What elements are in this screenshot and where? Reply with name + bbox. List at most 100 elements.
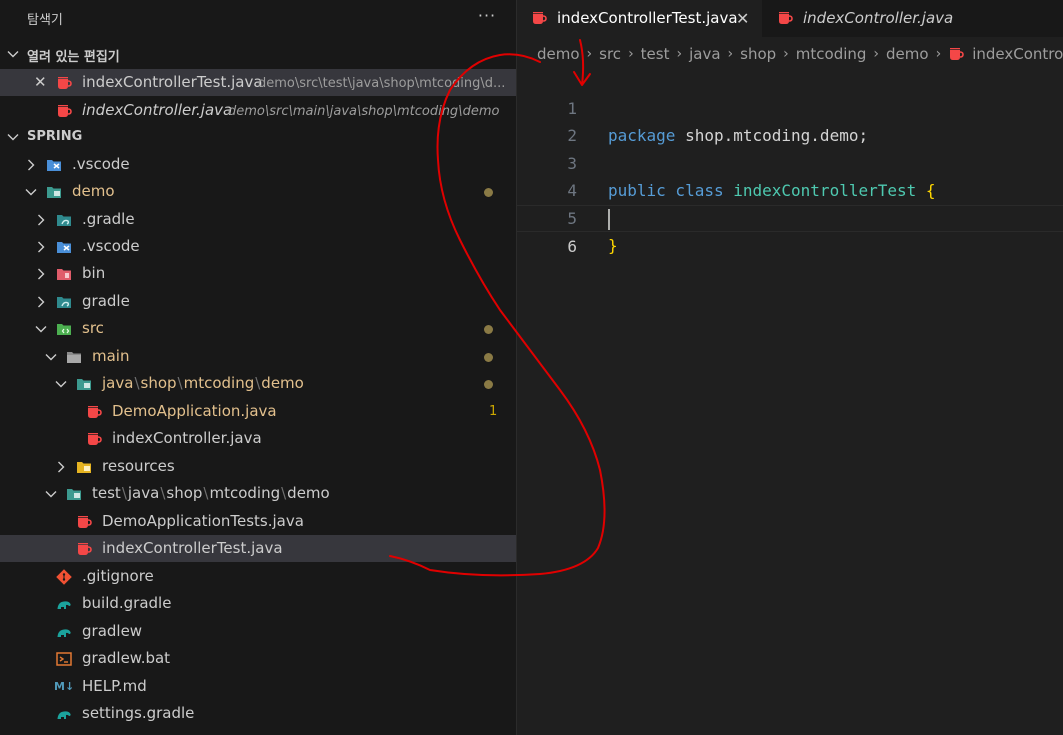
- breadcrumb-item[interactable]: src: [599, 45, 621, 63]
- code-text[interactable]: }: [608, 232, 618, 259]
- chevron-down-icon: [45, 491, 57, 498]
- tree-item-gradle-cache[interactable]: .gradle: [0, 206, 516, 233]
- modified-dot: [484, 353, 493, 362]
- tree-item-label: java\shop\mtcoding\demo: [102, 374, 304, 392]
- breadcrumb-item[interactable]: demo: [886, 45, 929, 63]
- chevron-right-icon: [38, 296, 45, 308]
- tree-item-resources[interactable]: resources: [0, 453, 516, 480]
- tree-item-label: .vscode: [72, 155, 130, 173]
- breadcrumb-item[interactable]: shop: [740, 45, 776, 63]
- tree-item-label: demo: [72, 182, 115, 200]
- breadcrumb-item[interactable]: indexControll: [972, 45, 1063, 63]
- open-editor-item[interactable]: indexController.java demo\src\main\java\…: [0, 97, 516, 124]
- chevron-down-icon: [25, 189, 37, 196]
- problem-count-badge: 1: [489, 404, 498, 419]
- code-line[interactable]: 2: [517, 95, 1063, 145]
- more-actions-button[interactable]: ···: [477, 4, 497, 28]
- java-icon: [78, 516, 92, 528]
- editor-tabs: indexControllerTest.java ✕ indexControll…: [517, 0, 1063, 37]
- markdown-icon: M↓: [54, 680, 75, 693]
- tree-item-label: gradle: [82, 292, 130, 310]
- close-icon[interactable]: ✕: [736, 0, 749, 37]
- tree-item-label: test\java\shop\mtcoding\demo: [92, 484, 330, 502]
- tab-label: indexController.java: [803, 9, 954, 27]
- tree-item-gradlew[interactable]: gradlew: [0, 618, 516, 645]
- code-line[interactable]: 4: [517, 150, 1063, 200]
- tree-item-label: .gitignore: [82, 567, 154, 585]
- tree-item-label: DemoApplicationTests.java: [102, 512, 304, 530]
- chevron-down-icon: [7, 134, 19, 141]
- java-icon: [779, 12, 793, 24]
- java-icon: [88, 406, 102, 418]
- tree-item-gradle[interactable]: gradle: [0, 288, 516, 315]
- chevron-right-icon: [58, 461, 65, 473]
- tree-item-build-gradle[interactable]: build.gradle: [0, 590, 516, 617]
- tab-index-controller-test[interactable]: indexControllerTest.java ✕: [517, 0, 762, 37]
- tree-item-demo[interactable]: demo: [0, 178, 516, 205]
- modified-dot: [484, 380, 493, 389]
- java-icon: [78, 543, 92, 555]
- tree-item-label: .vscode: [82, 237, 140, 255]
- git-icon: [56, 569, 72, 585]
- workspace-header[interactable]: SPRING: [0, 126, 516, 148]
- open-editors-label: 열려 있는 편집기: [27, 50, 120, 65]
- breadcrumb-item[interactable]: mtcoding: [796, 45, 867, 63]
- tree-item-label: resources: [102, 457, 175, 475]
- open-editor-path: demo\src\main\java\shop\mtcoding\demo: [228, 104, 500, 119]
- chevron-down-icon: [45, 354, 57, 361]
- tree-item-src[interactable]: src: [0, 315, 516, 342]
- tree-item-vscode[interactable]: .vscode: [0, 233, 516, 260]
- tree-item-demo-application[interactable]: DemoApplication.java 1: [0, 398, 516, 425]
- chevron-right-icon: [38, 241, 45, 253]
- tree-item-gitignore[interactable]: .gitignore: [0, 563, 516, 590]
- breadcrumb-item[interactable]: java: [689, 45, 720, 63]
- tab-index-controller[interactable]: indexController.java: [763, 0, 963, 37]
- tree-item-index-controller[interactable]: indexController.java: [0, 425, 516, 452]
- tree-item-vscode[interactable]: .vscode: [0, 151, 516, 178]
- editor-area: indexControllerTest.java ✕ indexControll…: [517, 0, 1063, 735]
- chevron-right-icon: [38, 214, 45, 226]
- tree-item-label: main: [92, 347, 130, 365]
- breadcrumb-item[interactable]: demo: [537, 45, 580, 63]
- terminal-icon: [56, 652, 72, 666]
- tree-item-index-controller-test[interactable]: indexControllerTest.java: [0, 535, 516, 562]
- gradle-icon: [57, 601, 71, 609]
- open-editor-item[interactable]: ✕ indexControllerTest.java demo\src\test…: [0, 69, 516, 96]
- code-line[interactable]: 3 public class indexControllerTest {: [517, 123, 1063, 200]
- tree-item-bin[interactable]: bin: [0, 260, 516, 287]
- folder-icon: [67, 352, 81, 363]
- tree-item-main-package[interactable]: java\shop\mtcoding\demo: [0, 370, 516, 397]
- project-folder-icon: [47, 187, 61, 198]
- modified-dot: [484, 188, 493, 197]
- close-icon[interactable]: ✕: [34, 69, 47, 96]
- tree-item-help-md[interactable]: M↓ HELP.md: [0, 673, 516, 700]
- open-editor-filename: indexController.java: [82, 101, 233, 119]
- code-line[interactable]: 5 }: [517, 178, 1063, 255]
- explorer-title: 탐색기: [27, 13, 63, 28]
- breadcrumb-item[interactable]: test: [641, 45, 670, 63]
- java-icon: [58, 105, 72, 117]
- open-editor-path: demo\src\test\java\shop\mtcoding\d...: [258, 76, 506, 91]
- line-number: 6: [567, 237, 577, 256]
- vscode-folder-icon: [57, 242, 71, 253]
- package-folder-icon: [67, 489, 81, 500]
- tree-item-label: indexControllerTest.java: [102, 539, 283, 557]
- open-editors-header[interactable]: 열려 있는 편집기: [0, 43, 516, 65]
- tree-item-main[interactable]: main: [0, 343, 516, 370]
- explorer-sidebar: 탐색기 ··· 열려 있는 편집기 ✕ indexControllerTest.…: [0, 0, 517, 735]
- tree-item-label: HELP.md: [82, 677, 147, 695]
- chevron-right-icon: [38, 268, 45, 280]
- tree-item-gradlew-bat[interactable]: gradlew.bat: [0, 645, 516, 672]
- chevron-down-icon: [55, 381, 67, 388]
- tree-item-demo-application-tests[interactable]: DemoApplicationTests.java: [0, 508, 516, 535]
- tree-item-label: bin: [82, 264, 106, 282]
- code-line[interactable]: 1 package shop.mtcoding.demo;: [517, 68, 1063, 145]
- tree-item-label: gradlew.bat: [82, 649, 171, 667]
- code-line-current[interactable]: 6: [517, 205, 1063, 256]
- gradle-icon: [57, 629, 71, 637]
- tree-item-settings-gradle[interactable]: settings.gradle: [0, 700, 516, 727]
- tree-item-label: src: [82, 319, 104, 337]
- modified-dot: [484, 325, 493, 334]
- tree-item-label: gradlew: [82, 622, 143, 640]
- tree-item-test-package[interactable]: test\java\shop\mtcoding\demo: [0, 480, 516, 507]
